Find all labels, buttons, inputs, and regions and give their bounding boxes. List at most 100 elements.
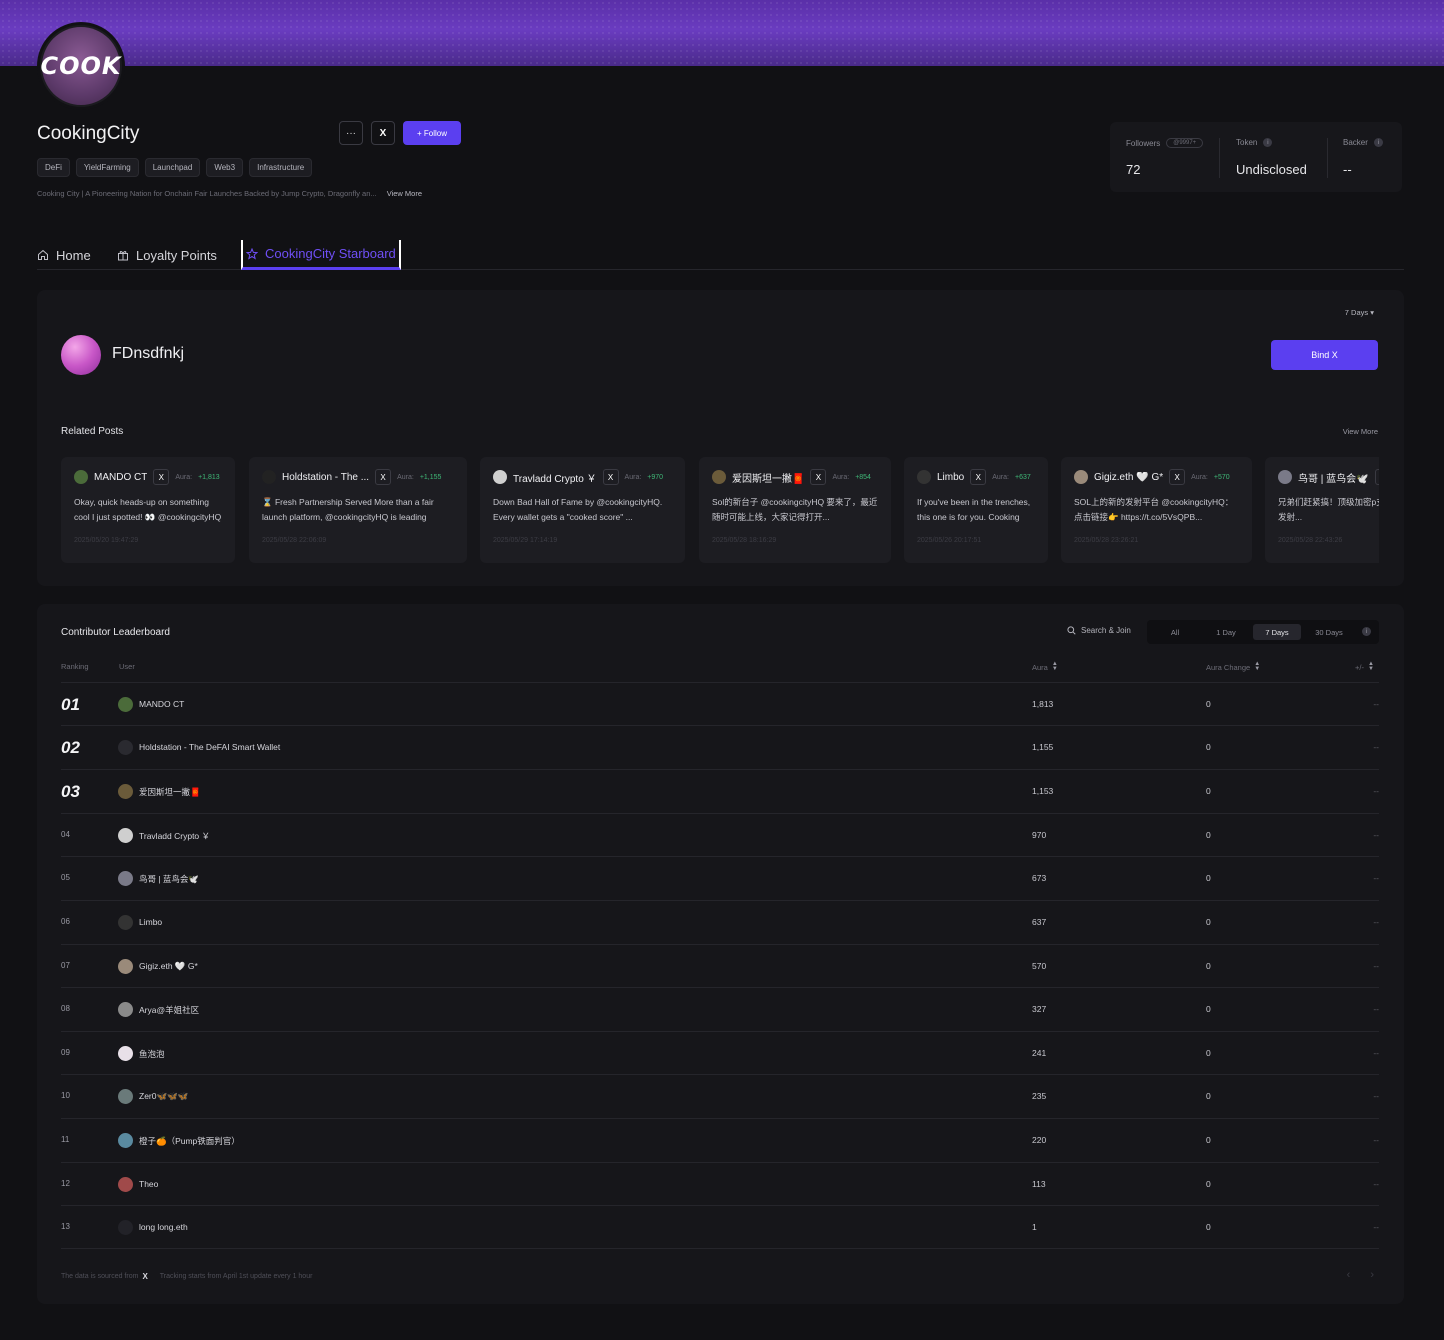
tag[interactable]: DeFi [37, 158, 70, 177]
column-aura[interactable]: Aura ▲ ▼ [1032, 661, 1058, 672]
next-page-button[interactable]: › [1370, 1269, 1374, 1281]
user-name[interactable]: 鱼泡泡 [139, 1048, 165, 1060]
user-name[interactable]: 鸟哥 | 蓝鸟会🕊️ [139, 873, 199, 885]
x-icon[interactable]: X [970, 469, 987, 485]
search-join-button[interactable]: Search & Join [1067, 626, 1131, 635]
post-card[interactable]: Gigiz.eth 🤍 G* X Aura: +570 SOL上的新的发射平台 @co… [1061, 457, 1252, 563]
tag[interactable]: Infrastructure [249, 158, 313, 177]
table-row[interactable]: 08 Arya@羊姐社区 327 0 -- [61, 987, 1379, 1031]
column-aura-change-label: Aura Change [1206, 662, 1251, 672]
pagination: ‹ › [1347, 1269, 1374, 1281]
aura-value: 327 [1032, 1004, 1047, 1014]
data-source-note: The data is sourced from X Tracking star… [61, 1272, 312, 1281]
post-date: 2025/05/28 22:06:09 [262, 537, 327, 544]
more-options-button[interactable]: ··· [339, 121, 363, 145]
rank: 01 [61, 695, 80, 714]
user-name[interactable]: Gigiz.eth 🤍 G* [139, 961, 198, 972]
table-row[interactable]: 10 Zer0🦋🦋🦋 235 0 -- [61, 1074, 1379, 1118]
rank: 10 [61, 1091, 70, 1100]
post-card[interactable]: Travladd Crypto ￥ X Aura: +970 Down Bad Hal… [480, 457, 685, 563]
followers-value: 72 [1126, 162, 1141, 177]
column-aura-label: Aura [1032, 662, 1048, 672]
prev-page-button[interactable]: ‹ [1347, 1269, 1351, 1281]
period-dropdown[interactable]: 7 Days ▾ [1345, 308, 1374, 317]
x-icon: X [142, 1272, 148, 1281]
table-row[interactable]: 11 橙子🍊（Pump铁面判官） 220 0 -- [61, 1118, 1379, 1162]
user-name[interactable]: 爱因斯坦一撇🧧 [139, 786, 201, 798]
plus-minus: -- [1373, 1091, 1379, 1101]
aura-label: Aura: [175, 473, 193, 481]
info-icon[interactable]: i [1373, 138, 1383, 147]
x-icon[interactable]: X [1374, 469, 1379, 485]
user-name[interactable]: Theo [139, 1179, 158, 1189]
table-row[interactable]: 01 MANDO CT 1,813 0 -- [61, 682, 1379, 725]
table-row[interactable]: 12 Theo 113 0 -- [61, 1162, 1379, 1205]
tag[interactable]: Web3 [206, 158, 244, 177]
user-name[interactable]: Holdstation - The DeFAI Smart Wallet [139, 742, 280, 752]
table-row[interactable]: 06 Limbo 637 0 -- [61, 900, 1379, 944]
bind-x-button[interactable]: Bind X [1271, 340, 1378, 370]
post-body: SOL上的新的发射平台 @cookingcityHQ：点击链接👉 https:/… [1074, 497, 1234, 522]
aura-change: 0 [1206, 873, 1211, 883]
related-posts-title: Related Posts [61, 426, 124, 437]
info-icon[interactable]: i [1362, 627, 1371, 636]
related-posts-view-more[interactable]: View More [1343, 427, 1378, 436]
x-icon[interactable]: X [153, 469, 170, 485]
avatar [118, 1177, 133, 1192]
user-name[interactable]: Limbo [139, 917, 162, 927]
user-name[interactable]: long long.eth [139, 1222, 188, 1232]
rank: 03 [61, 782, 80, 801]
table-row[interactable]: 07 Gigiz.eth 🤍 G* 570 0 -- [61, 944, 1379, 987]
avatar [118, 1089, 133, 1104]
stat-divider [1219, 138, 1220, 178]
table-row[interactable]: 04 Travladd Crypto ￥ 970 0 -- [61, 813, 1379, 856]
rank: 02 [61, 738, 80, 757]
plus-minus: -- [1373, 699, 1379, 709]
tag[interactable]: Launchpad [144, 158, 201, 177]
tag[interactable]: YieldFarming [75, 158, 139, 177]
table-row[interactable]: 09 鱼泡泡 241 0 -- [61, 1031, 1379, 1074]
tab-starboard[interactable]: CookingCity Starboard [241, 240, 401, 270]
column-plus-minus[interactable]: +/- ▲ ▼ [1355, 661, 1374, 672]
post-card[interactable]: Holdstation - The ... X Aura: +1,155 ⌛ Fres… [249, 457, 467, 563]
follow-button[interactable]: + Follow [403, 121, 461, 145]
x-link-button[interactable]: X [371, 121, 395, 145]
x-icon[interactable]: X [375, 469, 392, 485]
description-view-more-link[interactable]: View More [387, 189, 422, 198]
project-tags: DeFi YieldFarming Launchpad Web3 Infrast… [37, 158, 313, 177]
profile-card: 7 Days ▾ FDnsdfnkj Bind X Related Posts … [37, 290, 1404, 586]
user-name[interactable]: Arya@羊姐社区 [139, 1004, 199, 1016]
user-name[interactable]: Travladd Crypto ￥ [139, 830, 210, 842]
user-name[interactable]: Zer0🦋🦋🦋 [139, 1091, 188, 1102]
table-row[interactable]: 13 long long.eth 1 0 -- [61, 1205, 1379, 1249]
user-name[interactable]: 橙子🍊（Pump铁面判官） [139, 1135, 240, 1147]
x-icon[interactable]: X [1169, 469, 1186, 485]
table-row[interactable]: 05 鸟哥 | 蓝鸟会🕊️ 673 0 -- [61, 856, 1379, 900]
filter-all[interactable]: All [1151, 624, 1199, 640]
info-icon[interactable]: i [1263, 138, 1273, 147]
avatar [118, 1002, 133, 1017]
table-row[interactable]: 02 Holdstation - The DeFAI Smart Wallet … [61, 725, 1379, 769]
x-icon[interactable]: X [602, 469, 619, 485]
post-author: Limbo [937, 471, 965, 483]
filter-7-days[interactable]: 7 Days [1253, 624, 1301, 640]
aura-value: 1,153 [1032, 786, 1054, 796]
tab-home[interactable]: Home [37, 240, 91, 270]
aura-value: 113 [1032, 1179, 1046, 1189]
avatar [1278, 470, 1292, 484]
aura-change: 0 [1206, 1179, 1211, 1189]
aura-change: 0 [1206, 1135, 1211, 1145]
post-date: 2025/05/29 17:14:19 [493, 537, 558, 544]
x-icon[interactable]: X [810, 469, 827, 485]
column-aura-change[interactable]: Aura Change ▲ ▼ [1206, 661, 1260, 672]
post-card[interactable]: 鸟哥 | 蓝鸟会🕊️XAura:+... 兄弟们赶紧搞！顶级加密p支持的一个新m… [1265, 457, 1379, 563]
avatar [118, 915, 133, 930]
user-name[interactable]: MANDO CT [139, 699, 184, 709]
filter-1-day[interactable]: 1 Day [1202, 624, 1250, 640]
tab-loyalty-points[interactable]: Loyalty Points [117, 240, 217, 270]
post-card[interactable]: 爱因斯坦一撇🧧 X Aura: +854 Sol的新台子 @cookingcityHQ… [699, 457, 891, 563]
table-row[interactable]: 03 爱因斯坦一撇🧧 1,153 0 -- [61, 769, 1379, 813]
post-card[interactable]: MANDO CT X Aura: +1,813 Okay, quick heads-u… [61, 457, 235, 563]
filter-30-days[interactable]: 30 Days [1304, 624, 1354, 640]
post-card[interactable]: Limbo X Aura: +637 If you've been in the tr… [904, 457, 1048, 563]
